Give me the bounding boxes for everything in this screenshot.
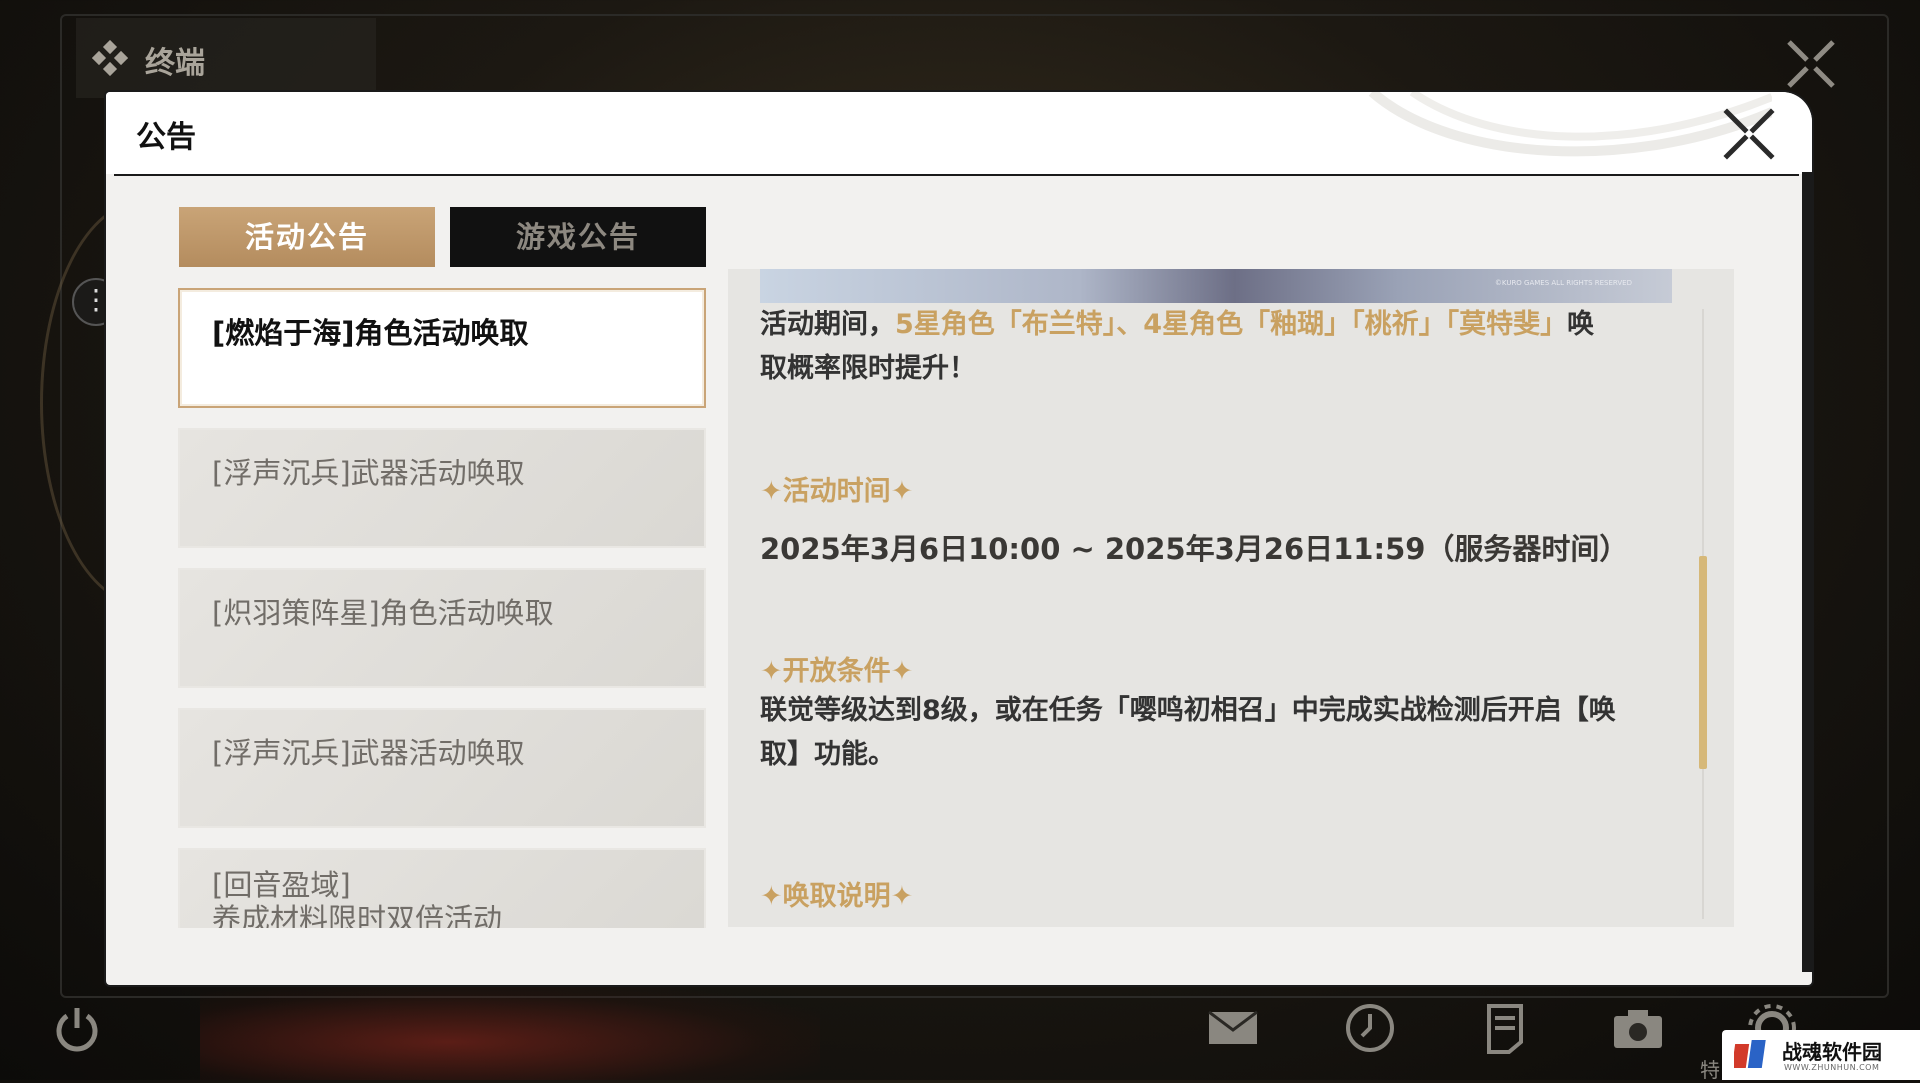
list-item-label: [燃焰于海]角色活动唤取 [212, 316, 529, 350]
bottom-partial-label: 特 [1700, 1058, 1720, 1082]
list-item-label: [浮声沉兵]武器活动唤取 [212, 456, 525, 490]
section-condition-line2: 取】功能。 [760, 739, 895, 770]
mail-icon[interactable] [1203, 998, 1263, 1058]
announcement-dialog: 公告 活动公告 游戏公告 [燃焰于海]角色活动唤取 [浮声沉兵]武器活动唤取 [… [106, 92, 1812, 985]
camera-icon[interactable] [1608, 998, 1668, 1058]
list-item-label: 养成材料限时双倍活动 [212, 902, 503, 928]
tab-game-announcements[interactable]: 游戏公告 [450, 207, 706, 267]
bottom-bar: 特 [0, 990, 1920, 1082]
dialog-edge [1802, 172, 1812, 972]
announcement-list: [燃焰于海]角色活动唤取 [浮声沉兵]武器活动唤取 [炽羽策阵星]角色活动唤取 … [178, 288, 714, 928]
intro-highlight: 5星角色「布兰特」、4星角色「釉瑚」「桃祈」「莫特斐」 [895, 309, 1568, 340]
banner-watermark: ©KURO GAMES ALL RIGHTS RESERVED [1494, 279, 1632, 287]
header-divider [114, 174, 1799, 176]
watermark-subtext: WWW.ZHUNHUN.COM [1784, 1063, 1880, 1072]
list-item-label: [浮声沉兵]武器活动唤取 [212, 736, 525, 770]
watermark-logo-icon [1734, 1040, 1766, 1068]
content-scrollbar-thumb[interactable] [1699, 556, 1707, 769]
intro-text-line2: 取概率限时提升！ [760, 353, 976, 384]
list-item[interactable]: [回音盈域] 养成材料限时双倍活动 [178, 848, 706, 928]
terminal-diamond-icon [92, 40, 128, 76]
intro-suffix: 唤 [1567, 309, 1595, 340]
intro-text: 活动期间，5星角色「布兰特」、4星角色「釉瑚」「桃祈」「莫特斐」唤 [760, 303, 1594, 347]
list-item[interactable]: [炽羽策阵星]角色活动唤取 [178, 568, 706, 688]
announcement-content: ©KURO GAMES ALL RIGHTS RESERVED 活动期间，5星角… [728, 269, 1734, 927]
watermark-text: 战魂软件园 [1782, 1040, 1882, 1064]
section-condition-heading: ✦开放条件✦ [760, 656, 914, 687]
section-time-heading: ✦活动时间✦ [760, 476, 914, 507]
power-icon[interactable] [47, 998, 107, 1058]
list-item-label: [回音盈域] [212, 868, 351, 902]
list-item[interactable]: [浮声沉兵]武器活动唤取 [178, 708, 706, 828]
header-decoration [1368, 92, 1772, 157]
section-time-value: 2025年3月6日10:00 ~ 2025年3月26日11:59（服务器时间） [760, 532, 1629, 566]
dialog-title: 公告 [136, 120, 196, 155]
section-condition-line1: 联觉等级达到8级，或在任务「嘤鸣初相召」中完成实战检测后开启【唤 [760, 695, 1616, 726]
background-close-icon [1787, 40, 1835, 88]
tab-event-announcements[interactable]: 活动公告 [179, 207, 435, 267]
close-icon[interactable] [1721, 106, 1777, 162]
site-watermark: 战魂软件园 WWW.ZHUNHUN.COM [1722, 1030, 1920, 1080]
list-item[interactable]: [燃焰于海]角色活动唤取 [178, 288, 706, 408]
dialog-header: 公告 [106, 92, 1812, 174]
intro-prefix: 活动期间， [760, 309, 895, 340]
list-item[interactable]: [浮声沉兵]武器活动唤取 [178, 428, 706, 548]
event-banner: ©KURO GAMES ALL RIGHTS RESERVED [760, 269, 1672, 303]
background-window-title: 终端 [145, 46, 205, 81]
list-item-label: [炽羽策阵星]角色活动唤取 [212, 596, 554, 630]
notes-icon[interactable] [1475, 998, 1535, 1058]
clock-icon[interactable] [1340, 998, 1400, 1058]
section-rules-heading: ✦唤取说明✦ [760, 881, 914, 912]
